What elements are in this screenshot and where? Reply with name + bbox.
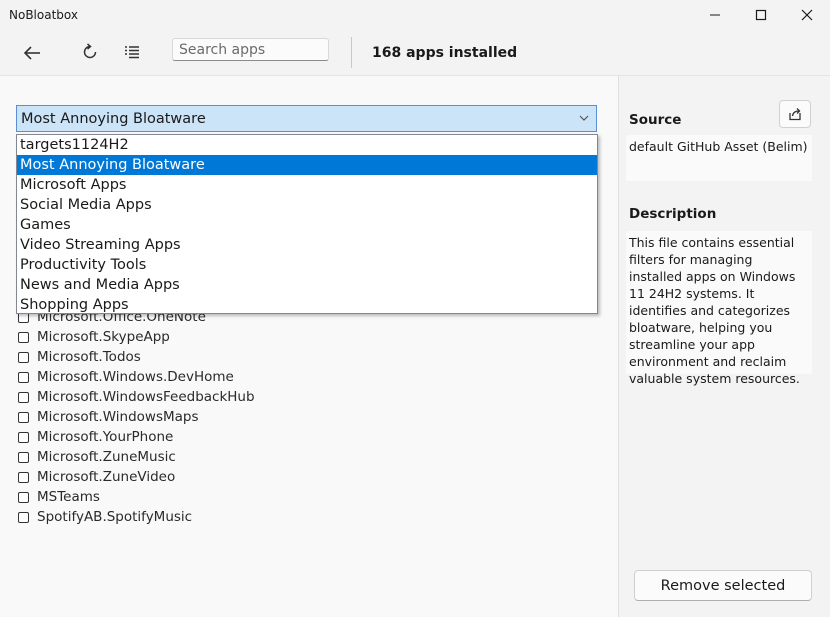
maximize-button[interactable]	[738, 0, 784, 30]
toolbar-divider	[351, 37, 352, 68]
source-value: default GitHub Asset (Belim)	[626, 135, 812, 181]
filter-option-selected[interactable]: Most Annoying Bloatware	[17, 155, 597, 175]
app-row[interactable]: Microsoft.YourPhone	[16, 427, 576, 447]
app-row[interactable]: Microsoft.SkypeApp	[16, 327, 576, 347]
maximize-icon	[755, 9, 767, 21]
filter-option[interactable]: News and Media Apps	[17, 275, 597, 295]
window-title: NoBloatbox	[9, 8, 78, 22]
app-checkbox[interactable]	[18, 451, 29, 463]
list-icon	[125, 46, 139, 59]
refresh-icon	[83, 43, 97, 59]
description-text: This file contains essential filters for…	[626, 231, 812, 386]
app-name: Microsoft.SkypeApp	[37, 329, 170, 345]
back-button[interactable]	[16, 37, 48, 69]
app-name: Microsoft.WindowsMaps	[37, 409, 199, 425]
app-checkbox[interactable]	[18, 511, 29, 523]
filter-option[interactable]: Social Media Apps	[17, 195, 597, 215]
list-view-button[interactable]	[116, 36, 148, 68]
app-row[interactable]: SpotifyAB.SpotifyMusic	[16, 507, 576, 527]
app-checkbox[interactable]	[18, 411, 29, 423]
app-row[interactable]: Microsoft.ZuneMusic	[16, 447, 576, 467]
app-name: Microsoft.Windows.DevHome	[37, 369, 234, 385]
filter-option[interactable]: targets1124H2	[17, 135, 597, 155]
description-heading: Description	[629, 206, 717, 222]
app-name: Microsoft.Todos	[37, 349, 141, 365]
chevron-down-icon	[579, 115, 589, 121]
back-arrow-icon	[23, 46, 40, 60]
filter-dropdown-list: targets1124H2 Most Annoying Bloatware Mi…	[16, 134, 598, 314]
app-name: Microsoft.WindowsFeedbackHub	[37, 389, 255, 405]
app-checkbox[interactable]	[18, 331, 29, 343]
app-name: SpotifyAB.SpotifyMusic	[37, 509, 193, 525]
search-input[interactable]	[172, 38, 329, 61]
app-checkbox[interactable]	[18, 471, 29, 483]
app-row[interactable]: Microsoft.WindowsFeedbackHub	[16, 387, 576, 407]
close-icon	[801, 9, 813, 21]
filter-option[interactable]: Microsoft Apps	[17, 175, 597, 195]
refresh-button[interactable]	[74, 36, 106, 68]
app-row[interactable]: Microsoft.ZuneVideo	[16, 467, 576, 487]
filter-selected-value: Most Annoying Bloatware	[21, 110, 206, 127]
app-checkbox[interactable]	[18, 431, 29, 443]
filter-option[interactable]: Games	[17, 215, 597, 235]
filter-combobox[interactable]: Most Annoying Bloatware	[16, 105, 597, 132]
app-checkbox[interactable]	[18, 371, 29, 383]
share-icon	[789, 108, 801, 121]
remove-selected-button[interactable]: Remove selected	[634, 570, 812, 601]
app-name: Microsoft.ZuneVideo	[37, 469, 176, 485]
share-button[interactable]	[779, 100, 811, 128]
app-checkbox[interactable]	[18, 391, 29, 403]
source-heading: Source	[629, 112, 682, 128]
minimize-button[interactable]	[692, 0, 738, 30]
app-list: Microsoft.Office.OneNote Microsoft.Skype…	[16, 307, 576, 527]
app-name: MSTeams	[37, 489, 100, 505]
app-row[interactable]: Microsoft.Todos	[16, 347, 576, 367]
close-button[interactable]	[784, 0, 830, 30]
filter-option[interactable]: Video Streaming Apps	[17, 235, 597, 255]
app-name: Microsoft.ZuneMusic	[37, 449, 176, 465]
app-row[interactable]: Microsoft.Windows.DevHome	[16, 367, 576, 387]
app-name: Microsoft.YourPhone	[37, 429, 174, 445]
minimize-icon	[710, 14, 720, 16]
apps-installed-count: 168 apps installed	[372, 45, 518, 61]
app-checkbox[interactable]	[18, 491, 29, 503]
app-row[interactable]: MSTeams	[16, 487, 576, 507]
app-row[interactable]: Microsoft.WindowsMaps	[16, 407, 576, 427]
filter-option[interactable]: Shopping Apps	[17, 295, 597, 315]
filter-option[interactable]: Productivity Tools	[17, 255, 597, 275]
app-checkbox[interactable]	[18, 351, 29, 363]
